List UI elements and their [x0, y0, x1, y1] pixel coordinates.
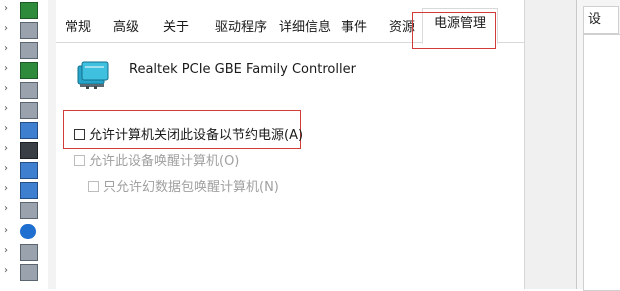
device-category-icon: [20, 82, 38, 99]
only-magic-packet-label[interactable]: 只允许幻数据包唤醒计算机(N): [103, 180, 279, 195]
tree-row[interactable]: ›: [0, 200, 52, 220]
properties-dialog: 常规 高级 关于 驱动程序 详细信息 事件 资源 电源管理 Realtek PC…: [56, 0, 524, 289]
tab-events[interactable]: 事件: [336, 14, 372, 42]
tab-driver[interactable]: 驱动程序: [208, 14, 274, 42]
tree-row[interactable]: ›: [0, 262, 52, 282]
chevron-right-icon[interactable]: ›: [4, 103, 8, 114]
tab-advanced[interactable]: 高级: [108, 14, 144, 42]
chevron-right-icon[interactable]: ›: [4, 63, 8, 74]
tree-row[interactable]: ›: [0, 40, 52, 60]
chevron-right-icon[interactable]: ›: [4, 3, 8, 14]
tree-row[interactable]: ›: [0, 222, 52, 242]
device-category-icon: [20, 42, 38, 59]
chevron-right-icon[interactable]: ›: [4, 203, 8, 214]
chevron-right-icon[interactable]: ›: [4, 43, 8, 54]
device-category-icon: [20, 2, 38, 19]
tree-row[interactable]: ›: [0, 242, 52, 262]
chevron-right-icon[interactable]: ›: [4, 265, 8, 276]
network-adapter-icon: [77, 61, 109, 89]
tree-row[interactable]: ›: [0, 100, 52, 120]
allow-turn-off-label[interactable]: 允许计算机关闭此设备以节约电源(A): [89, 128, 303, 143]
keyboard-icon: [20, 202, 38, 219]
tree-row[interactable]: ›: [0, 60, 52, 80]
monitor-icon: [20, 182, 38, 199]
device-category-icon: [20, 62, 38, 79]
chevron-right-icon[interactable]: ›: [4, 23, 8, 34]
tree-row[interactable]: ›: [0, 160, 52, 180]
background-area: [524, 0, 577, 289]
tab-general[interactable]: 常规: [60, 14, 96, 42]
tree-row[interactable]: ›: [0, 140, 52, 160]
device-category-icon: [20, 122, 38, 139]
chevron-right-icon[interactable]: ›: [4, 183, 8, 194]
tree-row[interactable]: ›: [0, 80, 52, 100]
tab-about[interactable]: 关于: [158, 14, 194, 42]
checkbox-icon[interactable]: [88, 181, 99, 192]
chevron-right-icon[interactable]: ›: [4, 225, 8, 236]
device-category-icon: [20, 142, 38, 159]
chevron-right-icon[interactable]: ›: [4, 245, 8, 256]
tree-row[interactable]: ›: [0, 0, 52, 20]
checkbox-icon[interactable]: [74, 129, 85, 140]
device-category-icon: [20, 102, 38, 119]
bluetooth-icon: [20, 224, 36, 239]
monitor-icon: [20, 162, 38, 179]
device-tree: › › › › › › › › › › › › › ›: [0, 0, 52, 289]
chevron-right-icon[interactable]: ›: [4, 123, 8, 134]
background-tab[interactable]: 设: [583, 6, 619, 34]
background-window: 设: [576, 0, 620, 291]
tab-details[interactable]: 详细信息: [272, 14, 338, 42]
device-category-icon: [20, 264, 38, 281]
allow-wake-checkbox[interactable]: 允许此设备唤醒计算机(O): [74, 150, 239, 169]
highlight-box: [412, 12, 496, 49]
chevron-right-icon[interactable]: ›: [4, 143, 8, 154]
background-panel: [583, 34, 620, 291]
chevron-right-icon[interactable]: ›: [4, 83, 8, 94]
device-category-icon: [20, 244, 38, 261]
tree-row[interactable]: ›: [0, 180, 52, 200]
allow-wake-label[interactable]: 允许此设备唤醒计算机(O): [89, 154, 239, 169]
checkbox-icon[interactable]: [74, 155, 85, 166]
tree-row[interactable]: ›: [0, 20, 52, 40]
tree-row[interactable]: ›: [0, 120, 52, 140]
allow-turn-off-checkbox[interactable]: 允许计算机关闭此设备以节约电源(A): [74, 124, 303, 143]
device-category-icon: [20, 22, 38, 39]
chevron-right-icon[interactable]: ›: [4, 163, 8, 174]
only-magic-packet-checkbox[interactable]: 只允许幻数据包唤醒计算机(N): [88, 176, 279, 195]
device-name: Realtek PCIe GBE Family Controller: [129, 62, 356, 77]
